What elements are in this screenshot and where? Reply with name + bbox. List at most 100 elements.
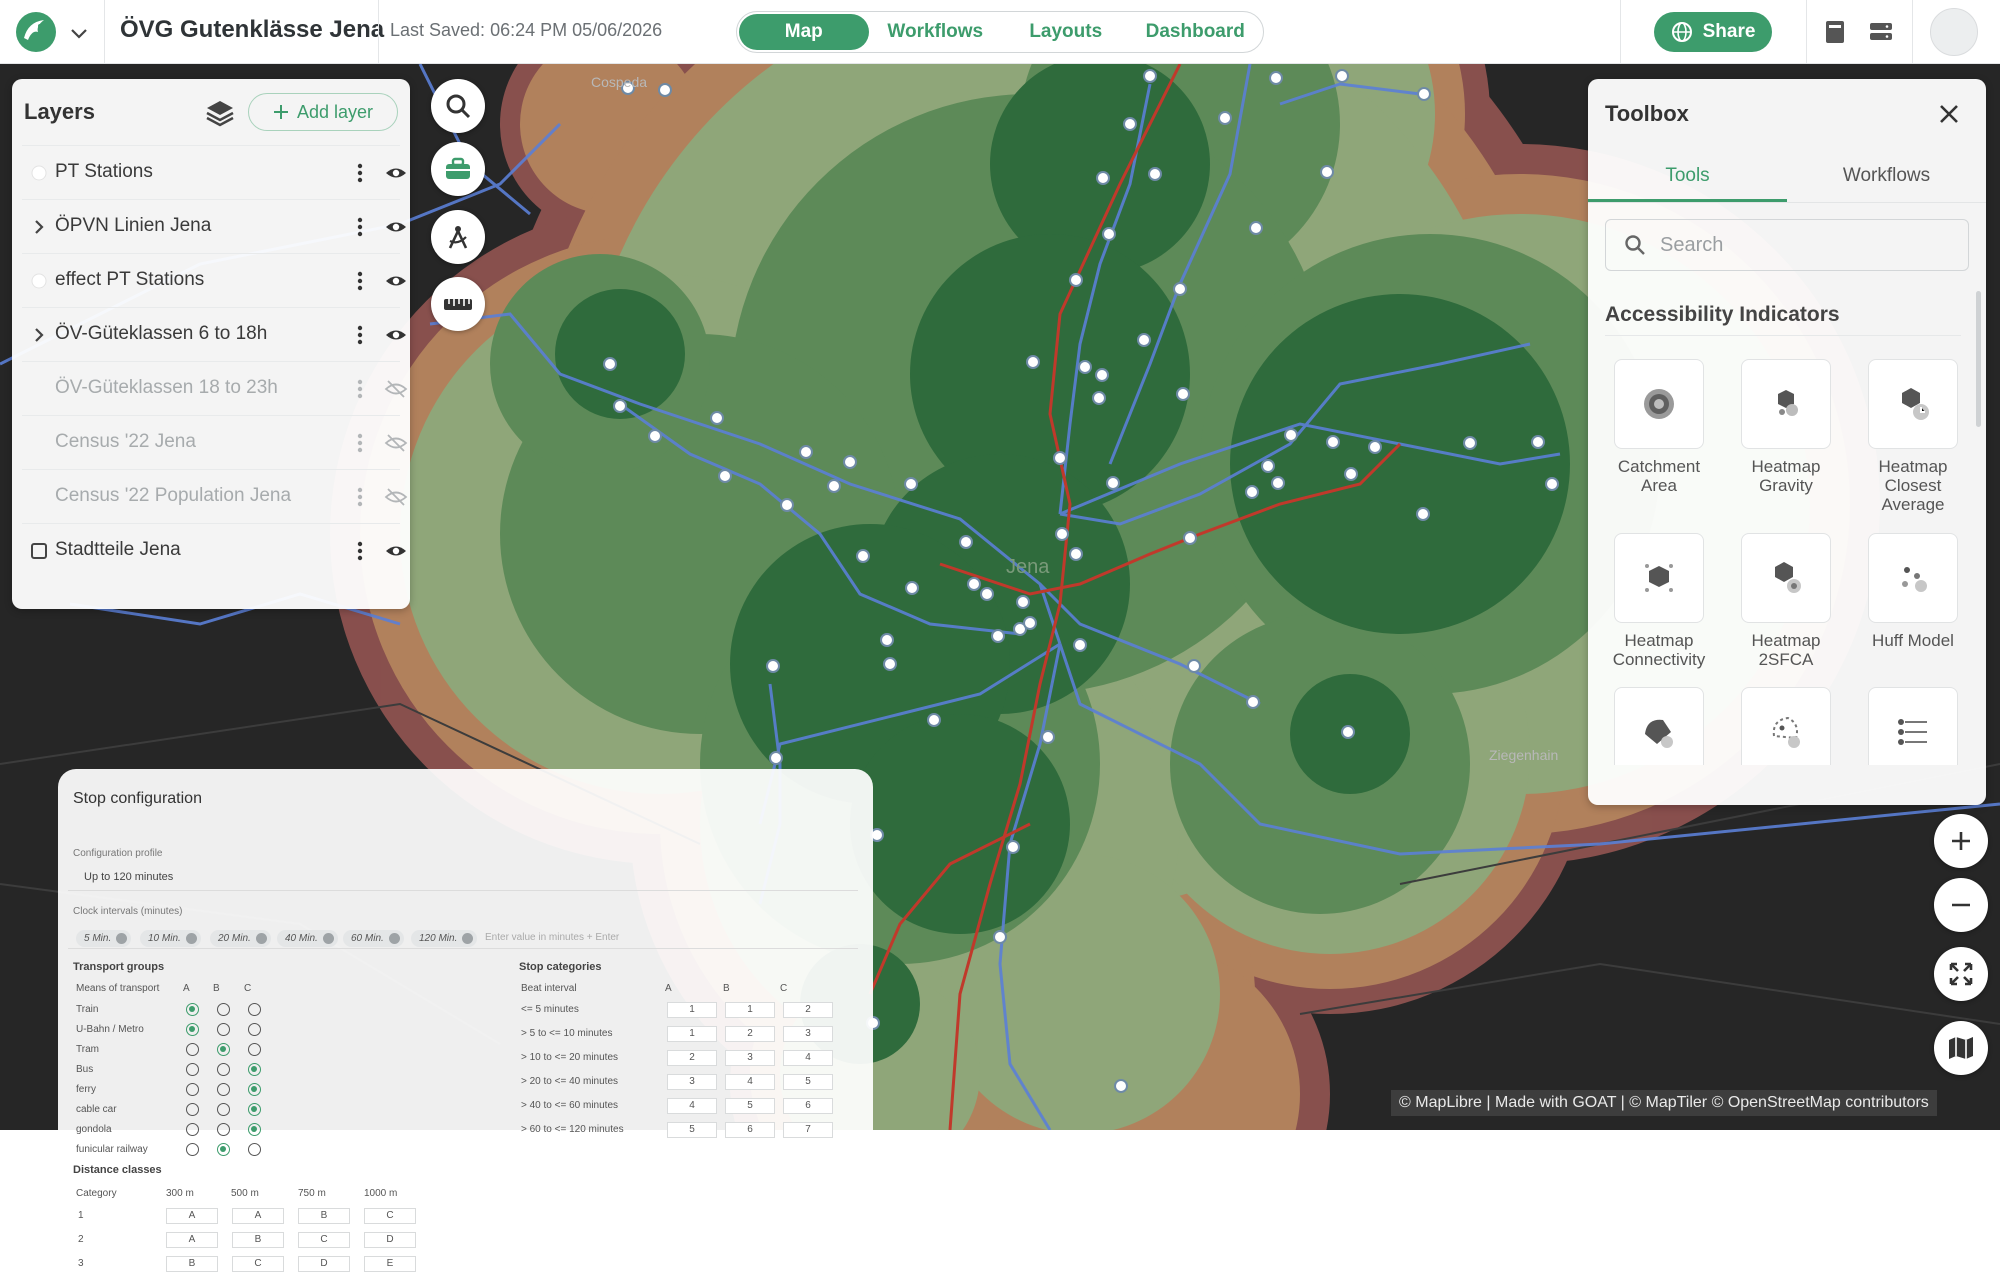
goat-logo-icon[interactable] <box>14 10 58 54</box>
interval-chip[interactable]: 60 Min. <box>343 930 404 947</box>
tool-heatmap-closest-average[interactable]: Heatmap Closest Average <box>1858 359 1968 514</box>
chip-remove-icon[interactable] <box>462 933 474 944</box>
transport-group-radio[interactable] <box>186 1023 199 1036</box>
more-options-icon[interactable] <box>355 216 365 238</box>
layers-stack-icon[interactable] <box>204 97 236 129</box>
stop-category-input[interactable]: 7 <box>783 1122 833 1138</box>
interval-chip[interactable]: 5 Min. <box>76 930 132 947</box>
transport-group-radio[interactable] <box>248 1143 261 1156</box>
tool-tile[interactable] <box>1614 533 1704 623</box>
zoom-in-button[interactable] <box>1934 814 1988 868</box>
transport-group-radio[interactable] <box>217 1023 230 1036</box>
transport-group-radio[interactable] <box>248 1003 261 1016</box>
eye-icon[interactable] <box>384 216 408 238</box>
tool-tile[interactable] <box>1741 687 1831 765</box>
transport-group-radio[interactable] <box>186 1143 199 1156</box>
basemap-button[interactable] <box>1934 1021 1988 1075</box>
distance-class-input[interactable]: B <box>166 1256 218 1272</box>
add-layer-button[interactable]: Add layer <box>248 93 398 131</box>
transport-group-radio[interactable] <box>217 1003 230 1016</box>
interval-chip[interactable]: 120 Min. <box>411 930 478 947</box>
tool-tile[interactable] <box>1614 687 1704 765</box>
stop-category-input[interactable]: 2 <box>783 1002 833 1018</box>
transport-group-radio[interactable] <box>186 1083 199 1096</box>
chevron-right-icon[interactable] <box>28 216 50 238</box>
transport-group-radio[interactable] <box>217 1083 230 1096</box>
stop-category-input[interactable]: 5 <box>667 1122 717 1138</box>
more-options-icon[interactable] <box>355 432 365 454</box>
tool-tool-7[interactable] <box>1604 687 1714 765</box>
layer-row[interactable]: effect PT Stations <box>22 253 406 307</box>
toolbox-scrollbar[interactable] <box>1976 291 1981 427</box>
eye-off-icon[interactable] <box>384 378 408 400</box>
stop-category-input[interactable]: 3 <box>725 1050 775 1066</box>
distance-class-input[interactable]: B <box>298 1208 350 1224</box>
distance-class-input[interactable]: C <box>364 1208 416 1224</box>
layer-row[interactable]: Census '22 Population Jena <box>22 469 408 523</box>
chevron-down-icon[interactable] <box>66 20 92 46</box>
distance-class-input[interactable]: C <box>232 1256 284 1272</box>
transport-group-radio[interactable] <box>248 1043 261 1056</box>
toolbox-button[interactable] <box>431 142 485 196</box>
fullscreen-button[interactable] <box>1934 947 1988 1001</box>
stop-category-input[interactable]: 1 <box>725 1002 775 1018</box>
distance-class-input[interactable]: E <box>364 1256 416 1272</box>
tool-tool-9[interactable] <box>1858 687 1968 765</box>
transport-group-radio[interactable] <box>186 1103 199 1116</box>
tool-tile[interactable] <box>1741 533 1831 623</box>
distance-class-input[interactable]: A <box>166 1208 218 1224</box>
tab-map[interactable]: Map <box>739 14 869 50</box>
distance-class-input[interactable]: B <box>232 1232 284 1248</box>
chip-remove-icon[interactable] <box>185 933 197 944</box>
stop-category-input[interactable]: 2 <box>725 1026 775 1042</box>
tool-tile[interactable] <box>1868 533 1958 623</box>
transport-group-radio[interactable] <box>217 1043 230 1056</box>
transport-group-radio[interactable] <box>217 1103 230 1116</box>
tab-workflows[interactable]: Workflows <box>869 14 1002 50</box>
transport-group-radio[interactable] <box>217 1123 230 1136</box>
more-options-icon[interactable] <box>355 378 365 400</box>
chip-remove-icon[interactable] <box>322 933 334 944</box>
intervals-input-placeholder[interactable]: Enter value in minutes + Enter <box>485 932 619 943</box>
draw-button[interactable] <box>431 210 485 264</box>
interval-chip[interactable]: 40 Min. <box>277 930 338 947</box>
transport-group-radio[interactable] <box>248 1123 261 1136</box>
stop-category-input[interactable]: 5 <box>783 1074 833 1090</box>
stop-category-input[interactable]: 3 <box>667 1074 717 1090</box>
transport-group-radio[interactable] <box>186 1003 199 1016</box>
tool-tile[interactable] <box>1868 687 1958 765</box>
checkbox-icon[interactable] <box>28 540 50 562</box>
layer-row[interactable]: ÖV-Güteklassen 18 to 23h <box>22 361 408 415</box>
layer-row[interactable]: Stadtteile Jena <box>22 523 406 577</box>
server-icon[interactable] <box>1866 17 1896 47</box>
stop-category-input[interactable]: 2 <box>667 1050 717 1066</box>
stop-category-input[interactable]: 4 <box>667 1098 717 1114</box>
distance-class-input[interactable]: A <box>166 1232 218 1248</box>
stop-category-input[interactable]: 1 <box>667 1026 717 1042</box>
more-options-icon[interactable] <box>355 486 365 508</box>
distance-class-input[interactable]: D <box>364 1232 416 1248</box>
book-icon[interactable] <box>1820 17 1850 47</box>
transport-group-radio[interactable] <box>186 1063 199 1076</box>
eye-off-icon[interactable] <box>384 486 408 508</box>
tool-tool-8[interactable] <box>1731 687 1841 765</box>
stop-category-input[interactable]: 5 <box>725 1098 775 1114</box>
eye-icon[interactable] <box>384 540 408 562</box>
eye-icon[interactable] <box>384 324 408 346</box>
tool-heatmap-2sfca[interactable]: Heatmap 2SFCA <box>1731 533 1841 669</box>
chevron-right-icon[interactable] <box>28 324 50 346</box>
tool-huff-model[interactable]: Huff Model <box>1858 533 1968 650</box>
search-button[interactable] <box>431 79 485 133</box>
transport-group-radio[interactable] <box>217 1063 230 1076</box>
transport-group-radio[interactable] <box>186 1043 199 1056</box>
layer-row[interactable]: Census '22 Jena <box>22 415 408 469</box>
transport-group-radio[interactable] <box>248 1103 261 1116</box>
ruler-button[interactable] <box>431 277 485 331</box>
stop-category-input[interactable]: 6 <box>725 1122 775 1138</box>
distance-class-input[interactable]: A <box>232 1208 284 1224</box>
tab-layouts[interactable]: Layouts <box>1002 14 1130 50</box>
transport-group-radio[interactable] <box>248 1083 261 1096</box>
more-options-icon[interactable] <box>355 324 365 346</box>
layer-row[interactable]: ÖPVN Linien Jena <box>22 199 406 253</box>
stop-category-input[interactable]: 4 <box>783 1050 833 1066</box>
